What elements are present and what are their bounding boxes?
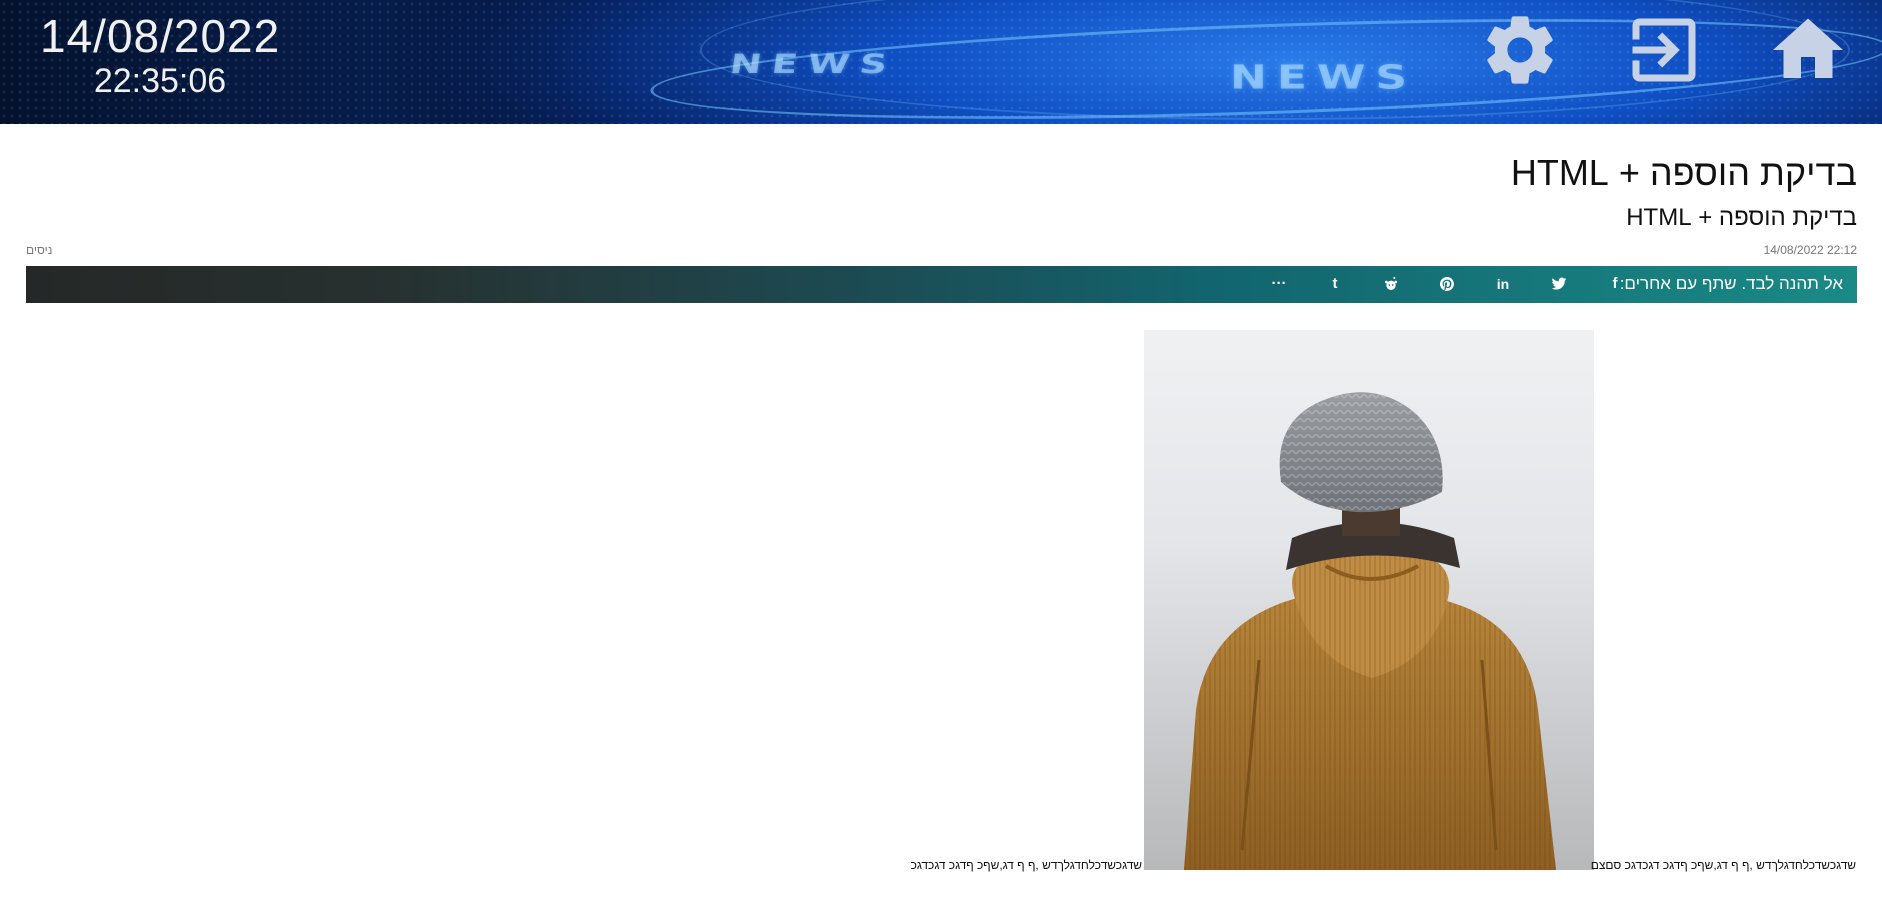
login-icon[interactable] (1622, 8, 1706, 92)
article-body-text: שדגכשדכלחדגלךדש ,ף ף דג,שףכ ףדגכ דגכדגכ … (1590, 858, 1856, 872)
share-label: אל תהנה לבד. שתף עם אחרים: (1619, 274, 1843, 293)
article-subtitle: בדיקת הוספה + HTML (1626, 204, 1857, 231)
current-date: 14/08/2022 (40, 10, 281, 62)
article-category[interactable]: ניסים (26, 243, 52, 257)
date-clock: 14/08/2022 22:35:06 (40, 10, 280, 100)
article-meta: 22:12 14/08/2022 ניסים (26, 243, 1857, 259)
twitter-icon[interactable] (1547, 272, 1571, 296)
gear-icon[interactable] (1478, 8, 1562, 92)
banner-news-word: NEWS (1230, 58, 1418, 97)
reddit-icon[interactable] (1379, 272, 1403, 296)
header-banner: NEWS NEWS 14/08/2022 22:35:06 (0, 0, 1882, 124)
home-icon[interactable] (1766, 8, 1850, 92)
tumblr-icon[interactable]: t (1323, 272, 1347, 296)
share-bar: אל תהנה לבד. שתף עם אחרים: f in t ··· (26, 266, 1857, 303)
pinterest-icon[interactable] (1435, 272, 1459, 296)
article-body-text: שדגכשדכלחדגלךדש ,ף ף דג,שףכ ףדגכ דגכדגכ (910, 858, 1142, 872)
article-title: בדיקת הוספה + HTML (1510, 152, 1857, 193)
facebook-icon[interactable]: f (1603, 272, 1627, 296)
article-image (1144, 330, 1594, 870)
linkedin-icon[interactable]: in (1491, 272, 1515, 296)
more-icon[interactable]: ··· (1267, 272, 1291, 296)
banner-news-word: NEWS (727, 48, 900, 80)
current-time: 22:35:06 (93, 62, 227, 100)
article-date: 22:12 14/08/2022 (1763, 243, 1857, 257)
